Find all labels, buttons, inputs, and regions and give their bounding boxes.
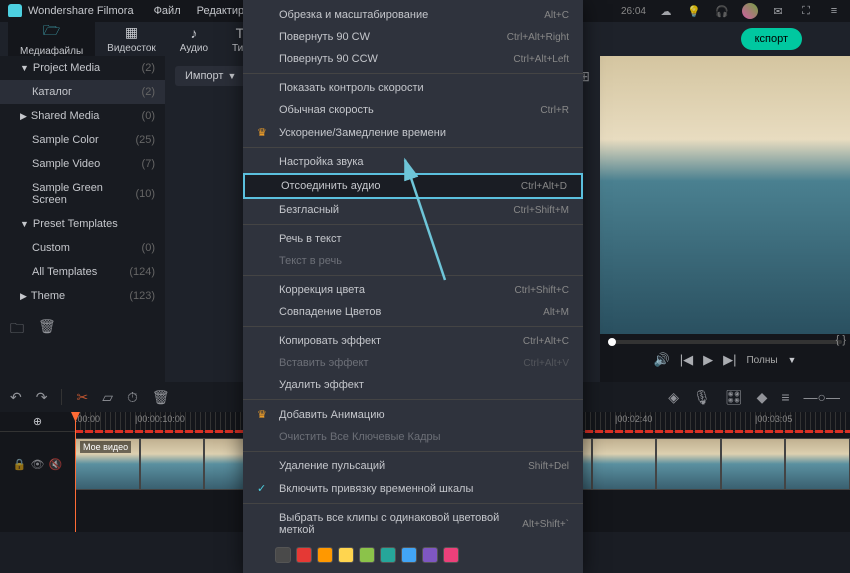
ctx-crop[interactable]: Обрезка и масштабированиеAlt+C (243, 4, 583, 26)
expand-icon[interactable]: ⛶ (798, 3, 814, 19)
message-icon[interactable]: ✉ (770, 3, 786, 19)
preview-viewport[interactable] (600, 56, 850, 334)
sidebar-katalog[interactable]: Каталог(2) (0, 80, 165, 104)
import-button[interactable]: Импорт▼ (175, 66, 246, 86)
ctx-rotate-ccw[interactable]: Повернуть 90 CCWCtrl+Alt+Left (243, 48, 583, 70)
ctx-mute[interactable]: БезгласныйCtrl+Shift+M (243, 199, 583, 221)
check-icon: ✓ (257, 482, 271, 495)
record-icon[interactable]: 🎙 (693, 389, 711, 406)
color-swatch[interactable] (422, 547, 438, 563)
crop-icon[interactable]: ▱ (102, 389, 113, 406)
context-menu: Обрезка и масштабированиеAlt+C Повернуть… (243, 0, 583, 573)
sidebar-preset[interactable]: ▼Preset Templates (0, 212, 165, 236)
color-swatch[interactable] (443, 547, 459, 563)
ctx-audio-settings[interactable]: Настройка звука (243, 151, 583, 173)
ctx-select-by-color[interactable]: Выбрать все клипы с одинаковой цветовой … (243, 507, 583, 541)
clip[interactable] (656, 438, 721, 490)
zoom-slider-icon[interactable]: —○— (804, 389, 840, 405)
note-icon: ♪ (190, 25, 197, 41)
clip[interactable] (785, 438, 850, 490)
ctx-color-correction[interactable]: Коррекция цветаCtrl+Shift+C (243, 279, 583, 301)
color-swatch[interactable] (401, 547, 417, 563)
menu-icon[interactable]: ≡ (826, 3, 842, 19)
preview-panel: { } 🔊 |◀ ▶ ▶| Полны ▼ (600, 56, 850, 382)
ctx-rotate-cw[interactable]: Повернуть 90 CWCtrl+Alt+Right (243, 26, 583, 48)
ctx-snap[interactable]: ✓Включить привязку временной шкалы (243, 477, 583, 500)
speed-icon[interactable]: ⏱ (127, 389, 138, 406)
color-swatch[interactable] (380, 547, 396, 563)
ctx-copy-fx[interactable]: Копировать эффектCtrl+Alt+C (243, 330, 583, 352)
export-button[interactable]: кспорт (741, 28, 802, 50)
color-swatches (243, 541, 583, 569)
lightbulb-icon[interactable]: 💡 (686, 3, 702, 19)
timestamp: 26:04 (621, 6, 646, 17)
ctx-tts: Текст в речь (243, 250, 583, 272)
ctx-normal-speed[interactable]: Обычная скоростьCtrl+R (243, 99, 583, 121)
undo-icon[interactable]: ↶ (10, 389, 22, 406)
clip[interactable] (721, 438, 786, 490)
tab-stock[interactable]: ▦ Видеосток (95, 21, 168, 57)
ctx-speed-control[interactable]: Показать контроль скорости (243, 77, 583, 99)
stock-icon: ▦ (125, 24, 138, 41)
play-icon[interactable]: ▶ (703, 352, 713, 368)
tab-audio[interactable]: ♪ Аудио (168, 22, 220, 57)
track-icon[interactable]: ≡ (781, 389, 789, 405)
tab-media[interactable]: 🗁 Медиафайлы (8, 17, 95, 62)
clip[interactable] (75, 438, 140, 490)
delete-icon[interactable]: 🗑 (152, 389, 170, 406)
color-swatch[interactable] (338, 547, 354, 563)
clip[interactable] (592, 438, 657, 490)
ctx-clear-kf: Очистить Все Ключевые Кадры (243, 426, 583, 448)
progress-handle[interactable] (608, 338, 616, 346)
sidebar-custom[interactable]: Custom(0) (0, 236, 165, 260)
ctx-stt[interactable]: Речь в текст (243, 228, 583, 250)
marker-icon[interactable]: ◈ (668, 389, 679, 406)
cut-icon[interactable]: ✂ (76, 389, 88, 406)
ctx-ripple-delete[interactable]: Удаление пульсацийShift+Del (243, 455, 583, 477)
headphones-icon[interactable]: 🎧 (714, 3, 730, 19)
mute-track-icon[interactable]: 🔇 (48, 458, 62, 471)
ctx-speed-ramp[interactable]: ♛Ускорение/Замедление времени (243, 121, 583, 144)
size-select[interactable]: Полны (746, 355, 777, 366)
ctx-detach-audio[interactable]: Отсоединить аудиоCtrl+Alt+D (243, 173, 583, 199)
sidebar-sample-color[interactable]: Sample Color(25) (0, 128, 165, 152)
crown-icon: ♛ (257, 408, 271, 421)
ctx-paste-fx: Вставить эффектCtrl+Alt+V (243, 352, 583, 374)
sidebar-sample-green[interactable]: Sample Green Screen(10) (0, 176, 165, 212)
color-swatch[interactable] (275, 547, 291, 563)
prev-frame-icon[interactable]: |◀ (680, 352, 693, 368)
color-swatch[interactable] (317, 547, 333, 563)
sidebar-sample-video[interactable]: Sample Video(7) (0, 152, 165, 176)
cloud-icon[interactable]: ☁ (658, 3, 674, 19)
new-folder-icon[interactable]: 🗀 (10, 318, 24, 342)
volume-icon[interactable]: 🔊 (654, 352, 670, 368)
app-title: Wondershare Filmora (28, 5, 134, 17)
mixer-icon[interactable]: 🎛 (725, 389, 743, 406)
eye-icon[interactable]: 👁 (31, 458, 45, 471)
ctx-add-animation[interactable]: ♛Добавить Анимацию (243, 403, 583, 426)
trash-icon[interactable]: 🗑 (38, 318, 56, 342)
color-swatch[interactable] (359, 547, 375, 563)
avatar-icon[interactable] (742, 3, 758, 19)
sidebar-all-templates[interactable]: All Templates(124) (0, 260, 165, 284)
ctx-delete-fx[interactable]: Удалить эффект (243, 374, 583, 396)
clip[interactable] (140, 438, 205, 490)
ctx-color-match[interactable]: Совпадение ЦветовAlt+M (243, 301, 583, 323)
menu-file[interactable]: Файл (154, 5, 181, 17)
sidebar-project-media[interactable]: ▼Project Media (2) (0, 56, 165, 80)
track-add-icon[interactable]: ⊕ (0, 412, 75, 431)
sidebar-shared-media[interactable]: ▶Shared Media (0) (0, 104, 165, 128)
preview-progress[interactable]: { } (608, 340, 842, 344)
playhead[interactable]: 0:00:01:00 (75, 412, 76, 532)
next-frame-icon[interactable]: ▶| (723, 352, 736, 368)
sidebar-theme[interactable]: ▶Theme (123) (0, 284, 165, 308)
crown-icon: ♛ (257, 126, 271, 139)
redo-icon[interactable]: ↷ (36, 389, 48, 406)
color-swatch[interactable] (296, 547, 312, 563)
media-sidebar: ▼Project Media (2) Каталог(2) ▶Shared Me… (0, 56, 165, 382)
keyframe-icon[interactable]: ◆ (757, 389, 768, 406)
folder-icon: 🗁 (43, 20, 60, 44)
lock-icon[interactable]: 🔒 (13, 458, 27, 471)
